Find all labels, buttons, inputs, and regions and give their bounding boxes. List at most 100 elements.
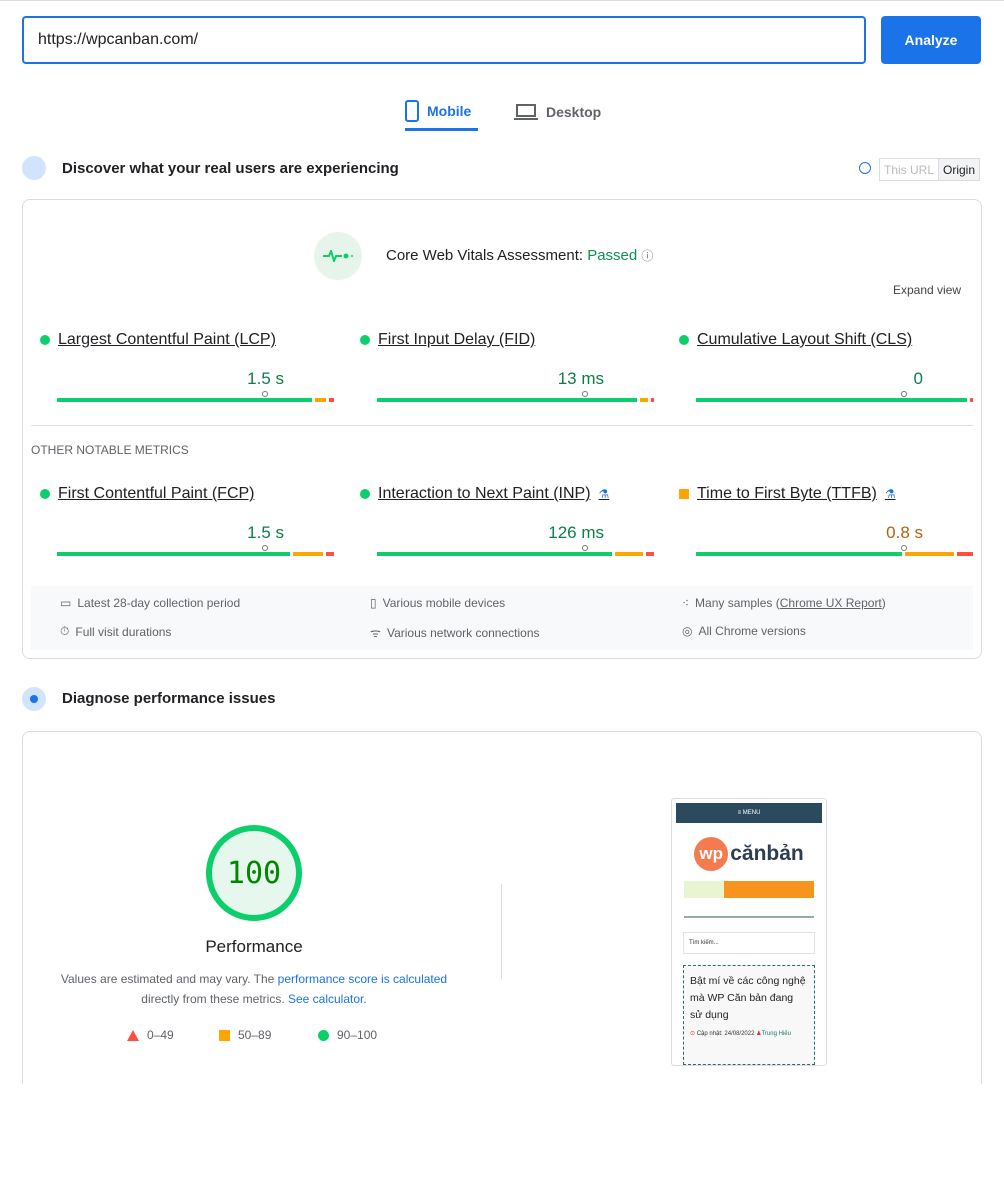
site-logo: wp cănbản — [672, 837, 826, 871]
field-title: Discover what your real users are experi… — [62, 160, 399, 177]
good-indicator-icon — [40, 335, 50, 345]
good-indicator-icon — [360, 335, 370, 345]
p75-marker — [261, 545, 268, 551]
expand-view-link[interactable]: Expand view — [893, 283, 961, 297]
metric-name[interactable]: Largest Contentful Paint (LCP) — [58, 331, 276, 349]
bar-poor — [651, 398, 654, 402]
good-indicator-icon — [40, 489, 50, 499]
metric-name[interactable]: Cumulative Layout Shift (CLS) — [697, 331, 912, 349]
analyze-button[interactable]: Analyze — [881, 16, 981, 64]
diagnose-title: Diagnose performance issues — [62, 690, 276, 707]
banner-ad — [684, 881, 814, 898]
tab-desktop[interactable]: Desktop — [514, 93, 601, 131]
score: 100 — [226, 855, 282, 891]
metric-value: 1.5 s — [247, 523, 284, 542]
info-text: Various mobile devices — [382, 596, 506, 610]
square-icon — [219, 1029, 230, 1041]
post-title: Bật mí về các công nghệ mà WP Căn bản đa… — [690, 975, 806, 1021]
bar-good — [57, 552, 291, 556]
lab-card — [22, 731, 982, 1131]
bar-poor — [970, 398, 973, 402]
legend-average: 50–89 — [238, 1028, 272, 1042]
bar-average — [615, 552, 643, 556]
distribution-bar — [377, 552, 655, 556]
origin-toggle[interactable]: Origin — [938, 159, 980, 180]
calendar-icon: ▭ — [60, 596, 72, 610]
metric-name[interactable]: Time to First Byte (TTFB) — [697, 485, 877, 503]
bar-good — [696, 552, 902, 556]
p75-marker — [581, 545, 588, 551]
post-card: Bật mí về các công nghệ mà WP Căn bản đa… — [683, 965, 815, 1065]
tab-label: Desktop — [546, 104, 602, 120]
legend-good: 90–100 — [337, 1028, 378, 1042]
performance-label: Performance — [205, 937, 303, 956]
p75-marker — [900, 391, 907, 397]
distribution-bar — [696, 398, 973, 402]
menu-bar: ≡ MENU — [676, 803, 822, 823]
page-screenshot: ≡ MENU wp cănbản Tìm kiếm... Bật mí về c… — [671, 798, 827, 1066]
distribution-bar — [377, 398, 654, 402]
metric-name[interactable]: First Contentful Paint (FCP) — [58, 485, 255, 503]
distribution-bar — [57, 552, 334, 556]
laptop-icon — [514, 104, 538, 120]
this-url-toggle[interactable]: This URL — [880, 159, 938, 180]
bar-average — [314, 398, 326, 402]
metric-value: 0.8 s — [886, 523, 923, 542]
bar-good — [57, 398, 312, 402]
performance-gauge[interactable]: 100 — [206, 825, 302, 921]
score-calculated-link[interactable]: performance score is calculated — [278, 972, 447, 986]
metric-value: 1.5 s — [247, 369, 284, 388]
metric-4: Interaction to Next Paint (INP) ⚗ 126 ms — [360, 485, 655, 556]
assessment-status: Passed — [587, 247, 638, 264]
assessment-label: Core Web Vitals Assessment: — [386, 247, 588, 264]
bar-average — [640, 398, 649, 402]
chrome-icon: ◎ — [682, 624, 693, 638]
p75-marker — [900, 545, 907, 551]
bar-good — [377, 552, 613, 556]
bar-poor — [956, 552, 973, 556]
devices-icon: ▯ — [370, 596, 377, 610]
see-calculator-link[interactable]: See calculator. — [288, 992, 367, 1006]
legend-poor: 0–49 — [147, 1028, 174, 1042]
metric-name[interactable]: First Input Delay (FID) — [378, 331, 535, 349]
bar-good — [377, 398, 638, 402]
post-meta: ⊙ Cập nhật: 24/08/2022 ♟Trung Hiếu — [690, 1031, 791, 1037]
diagnose-icon — [22, 687, 46, 711]
divider — [31, 425, 973, 426]
bar-average — [293, 552, 323, 556]
mobile-icon — [405, 99, 419, 122]
help-icon[interactable]: ⓘ — [641, 249, 653, 263]
bar-poor — [645, 552, 655, 556]
chrome-ux-report-link[interactable]: Chrome UX Report — [780, 596, 882, 610]
info-text: Various network connections — [386, 625, 540, 640]
metric-1: First Input Delay (FID) 13 ms — [360, 331, 654, 402]
p75-marker — [261, 391, 268, 397]
triangle-icon — [127, 1029, 139, 1041]
metric-value: 13 ms — [557, 369, 604, 388]
metric-name[interactable]: Interaction to Next Paint (INP) — [378, 485, 591, 503]
info-text: Latest 28-day collection period — [77, 596, 241, 610]
divider — [501, 884, 502, 979]
bar-good — [696, 398, 968, 402]
good-indicator-icon — [360, 489, 370, 499]
users-icon — [22, 156, 46, 180]
site-search: Tìm kiếm... — [683, 932, 815, 954]
distribution-bar — [696, 552, 973, 556]
good-indicator-icon — [679, 335, 689, 345]
url-input[interactable]: https://wpcanban.com/ — [22, 16, 866, 64]
info-icon[interactable] — [859, 162, 871, 174]
metric-value: 126 ms — [548, 523, 604, 542]
metric-5: Time to First Byte (TTFB) ⚗ 0.8 s — [679, 485, 973, 556]
other-metrics-label: OTHER NOTABLE METRICS — [31, 443, 189, 457]
bar-poor — [325, 552, 334, 556]
network-icon: ᯤ — [370, 626, 381, 640]
tab-label: Mobile — [427, 102, 472, 119]
tab-mobile[interactable]: Mobile — [405, 93, 478, 131]
score-description: Values are estimated and may vary. The p… — [60, 972, 448, 1006]
metric-0: Largest Contentful Paint (LCP) 1.5 s — [40, 331, 334, 402]
info-text: All Chrome versions — [698, 624, 806, 638]
bar-average — [904, 552, 954, 556]
metric-value: 0 — [913, 369, 923, 388]
timer-icon: ⏱ — [60, 624, 70, 638]
experimental-flask-icon: ⚗ — [884, 487, 896, 501]
